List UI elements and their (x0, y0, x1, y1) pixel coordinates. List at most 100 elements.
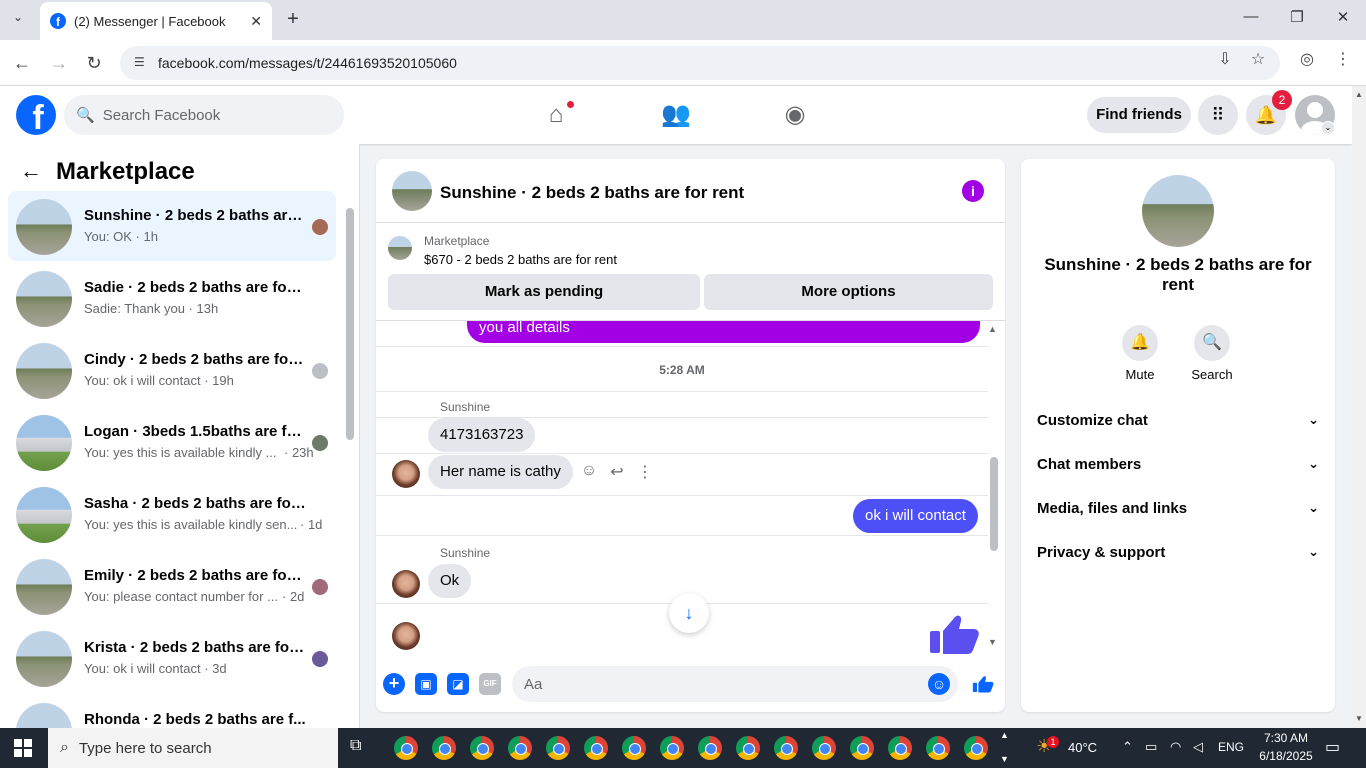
chrome-icon[interactable] (774, 736, 798, 760)
chrome-icon[interactable] (622, 736, 646, 760)
task-view-icon[interactable]: ⧉ (350, 737, 361, 755)
customize-chat-section[interactable]: Customize chat ⌄ (1037, 412, 1319, 436)
media-files-links-section[interactable]: Media, files and links ⌄ (1037, 500, 1319, 524)
conversation-item[interactable]: Logan · 3beds 1.5baths are for... You: y… (8, 407, 336, 477)
scroll-down-icon[interactable]: ▼ (1355, 714, 1363, 723)
page-scrollbar[interactable]: ▲ ▼ (1352, 86, 1366, 728)
jump-to-latest-icon[interactable]: ↓ (669, 593, 709, 633)
reply-icon[interactable]: ↩ (607, 462, 627, 482)
message-input[interactable] (524, 675, 904, 693)
scroll-up-icon[interactable]: ▲ (988, 324, 997, 334)
chrome-icon[interactable] (964, 736, 988, 760)
restore-icon[interactable]: ❐ (1282, 8, 1312, 32)
chat-scrollbar[interactable] (990, 457, 998, 551)
facebook-logo-icon[interactable]: f (16, 95, 56, 135)
notifications-icon[interactable]: ▭ (1325, 737, 1340, 757)
listing-thumbnail[interactable] (388, 236, 412, 260)
privacy-support-section[interactable]: Privacy & support ⌄ (1037, 544, 1319, 568)
gif-icon[interactable]: GIF (479, 673, 501, 695)
menu-kebab-icon[interactable]: ⋮ (1331, 48, 1355, 72)
battery-icon[interactable]: ▭ (1145, 739, 1157, 755)
clock-time[interactable]: 7:30 AM (1256, 731, 1316, 745)
language-indicator[interactable]: ENG (1218, 740, 1244, 754)
chrome-icon[interactable] (736, 736, 760, 760)
wifi-icon[interactable]: ◠ (1170, 739, 1181, 755)
chrome-icon[interactable] (508, 736, 532, 760)
bookmark-star-icon[interactable]: ☆ (1246, 48, 1270, 72)
send-like-icon[interactable] (972, 673, 994, 695)
volume-icon[interactable]: ◁ (1193, 739, 1203, 755)
message-bubble-mine[interactable]: ok i will contact (853, 499, 978, 533)
message-bubble-incoming[interactable]: 4173163723 (428, 418, 536, 452)
close-tab-icon[interactable]: ✕ (250, 13, 262, 30)
close-window-icon[interactable]: ✕ (1328, 8, 1358, 32)
friends-icon[interactable]: 👥 (660, 99, 692, 131)
chrome-icon[interactable] (698, 736, 722, 760)
groups-icon[interactable]: ◉ (779, 99, 811, 131)
forward-icon[interactable]: → (46, 50, 72, 76)
sidebar-scrollbar[interactable] (346, 208, 354, 440)
message-bubble-outgoing[interactable]: you all details (467, 321, 980, 343)
chrome-icon[interactable] (926, 736, 950, 760)
site-settings-icon[interactable]: ☰ (134, 55, 150, 71)
listing-price[interactable]: $670 - 2 beds 2 baths are for rent (424, 252, 617, 267)
new-tab-button[interactable]: + (282, 8, 304, 30)
find-friends-button[interactable]: Find friends (1087, 97, 1191, 133)
search-button[interactable]: 🔍 Search (1182, 325, 1242, 382)
chat-avatar[interactable] (392, 171, 432, 211)
emoji-icon[interactable]: ☺ (928, 673, 950, 695)
show-hidden-icons-icon[interactable]: ⌃ (1122, 739, 1133, 755)
back-arrow-icon[interactable]: ← (20, 158, 42, 184)
install-app-icon[interactable]: ⇩ (1213, 48, 1237, 72)
clock-date[interactable]: 6/18/2025 (1252, 749, 1320, 763)
chrome-icon[interactable] (470, 736, 494, 760)
more-options-button[interactable]: More options (704, 274, 993, 310)
message-bubble-incoming[interactable]: Ok (428, 564, 472, 598)
chrome-icon[interactable] (432, 736, 456, 760)
back-icon[interactable]: ← (9, 50, 35, 76)
weather-temperature[interactable]: 40°C (1068, 740, 1097, 755)
chat-members-section[interactable]: Chat members ⌄ (1037, 456, 1319, 480)
chrome-icon[interactable] (850, 736, 874, 760)
search-input[interactable] (102, 106, 323, 124)
reload-icon[interactable]: ↻ (81, 50, 107, 76)
chrome-icon[interactable] (812, 736, 836, 760)
browser-tab[interactable]: f (2) Messenger | Facebook ✕ (40, 2, 272, 40)
chrome-icon[interactable] (394, 736, 418, 760)
conversation-item[interactable]: Sunshine · 2 beds 2 baths are ... You: O… (8, 191, 336, 261)
mark-as-pending-button[interactable]: Mark as pending (388, 274, 700, 310)
message-bubble-incoming[interactable]: Her name is cathy (428, 455, 573, 489)
react-emoji-icon[interactable]: ☺ (579, 462, 599, 480)
menu-grid-icon[interactable]: ⠿ (1198, 95, 1238, 135)
scroll-down-icon[interactable]: ▼ (988, 637, 997, 647)
tab-search-chevron-icon[interactable]: ⌄ (8, 10, 28, 30)
chrome-icon[interactable] (888, 736, 912, 760)
windows-start-icon[interactable] (14, 739, 32, 757)
chrome-icon[interactable] (660, 736, 684, 760)
conversation-item[interactable]: Sadie · 2 beds 2 baths are for rent Sadi… (8, 263, 336, 333)
conversation-item[interactable]: Cindy · 2 beds 2 baths are for ... You: … (8, 335, 336, 405)
chrome-icon[interactable] (546, 736, 570, 760)
conversation-item[interactable]: Emily · 2 beds 2 baths are for ... You: … (8, 551, 336, 621)
sticker-icon[interactable]: ◪ (447, 673, 469, 695)
more-actions-icon[interactable]: ⋮ (635, 462, 655, 482)
taskbar-search[interactable]: ⌕ Type here to search (48, 728, 338, 768)
facebook-search[interactable]: 🔍 (64, 95, 344, 135)
mute-button[interactable]: 🔔 Mute (1110, 325, 1170, 382)
add-plus-icon[interactable]: + (383, 673, 405, 695)
info-icon[interactable]: i (962, 180, 984, 202)
chat-title[interactable]: Sunshine · 2 beds 2 baths are for rent (440, 183, 744, 203)
taskbar-overflow-down-icon[interactable]: ▼ (1000, 754, 1009, 764)
message-input-field[interactable]: ☺ (512, 666, 958, 702)
minimize-icon[interactable]: — (1236, 8, 1266, 32)
account-chevron-icon[interactable]: ⌄ (1321, 121, 1335, 135)
scroll-up-icon[interactable]: ▲ (1355, 90, 1363, 99)
conversation-item[interactable]: Sasha · 2 beds 2 baths are for rent You:… (8, 479, 336, 549)
chrome-icon[interactable] (584, 736, 608, 760)
contact-avatar[interactable] (1142, 175, 1214, 247)
conversation-item[interactable]: Rhonda · 2 beds 2 baths are f... (8, 695, 336, 728)
photo-icon[interactable]: ▣ (415, 673, 437, 695)
taskbar-overflow-up-icon[interactable]: ▲ (1000, 730, 1009, 740)
profile-icon[interactable]: ◎ (1295, 48, 1319, 72)
address-bar[interactable]: ☰ facebook.com/messages/t/24461693520105… (120, 46, 1280, 80)
